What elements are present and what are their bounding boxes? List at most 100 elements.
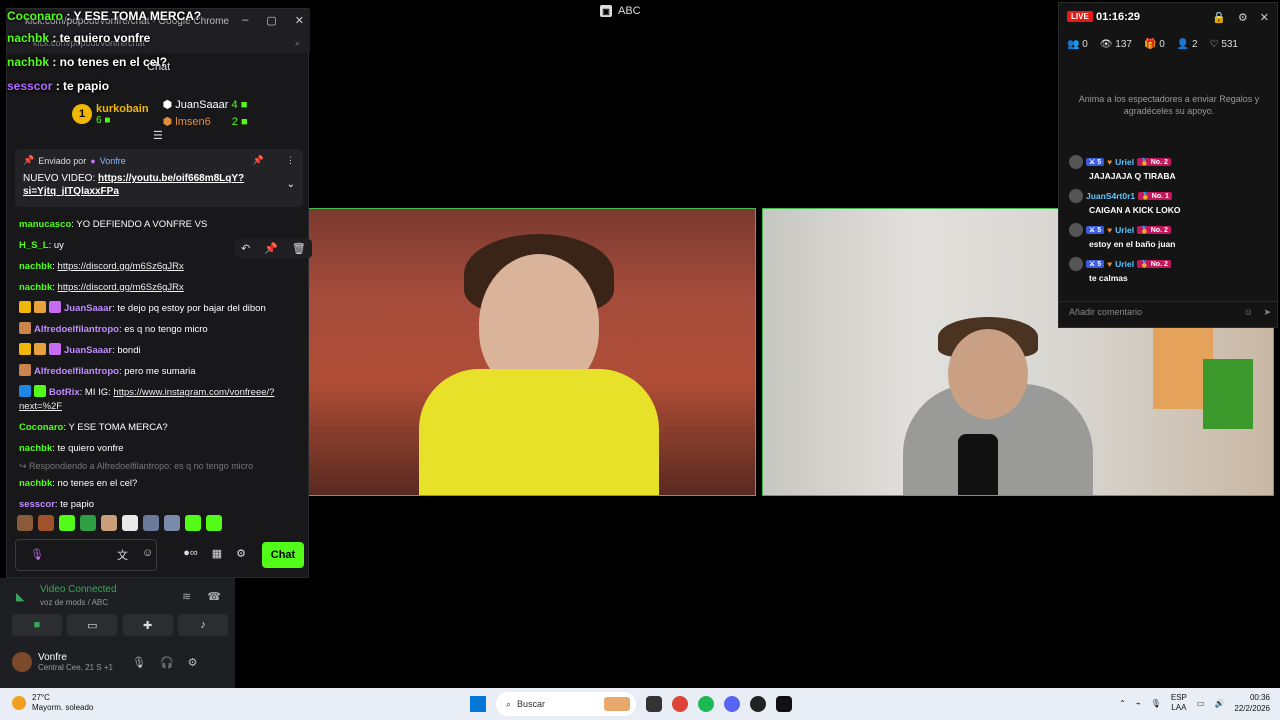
dashboard-username[interactable]: Uriel [1115,157,1134,167]
chat-message[interactable]: JuanSaaar: bondi [19,340,304,361]
chat-username[interactable]: nachbk [19,478,52,489]
chat-link[interactable]: https://discord.gg/m6Sz6gJRx [58,261,184,272]
tiktok-icon[interactable] [776,696,792,712]
emote-icon[interactable] [80,515,96,531]
discord-icon[interactable] [724,696,740,712]
chat-message[interactable]: Alfredoelfilantropo: pero me sumaria [19,361,304,382]
taskbar-search[interactable]: ⌕ Buscar [496,692,636,716]
chat-message[interactable]: BotRix: MI IG: https://www.instagram.com… [19,385,304,414]
spotify-icon[interactable] [698,696,714,712]
chat-message[interactable]: manucasco: YO DEFIENDO A VONFRE VS [19,214,304,235]
chat-message[interactable]: nachbk: no tenes en el cel? [19,473,304,494]
overlay-user[interactable]: nachbk [7,55,49,69]
menu-icon[interactable]: ☰ [153,129,163,142]
pin-icon[interactable]: 📌 [264,242,278,255]
chat-message[interactable]: JuanSaaar: te dejo pq estoy por bajar de… [19,298,304,319]
chat-message[interactable]: sesscor: te papio [19,494,304,515]
settings-icon[interactable]: ⚙ [188,656,198,669]
chat-username[interactable]: nachbk [19,261,52,272]
emote-icon[interactable] [164,515,180,531]
dashboard-username[interactable]: Uriel [1115,259,1134,269]
mute-icon[interactable]: 🎙 [132,656,146,669]
dashboard-message[interactable]: ⚔ 5 ♥ Uriel 🏅 No. 2 JAJAJAJA Q TIRABA [1069,155,1269,181]
dashboard-username[interactable]: Uriel [1115,225,1134,235]
chat-username[interactable]: JuanSaaar [64,303,112,314]
obs-icon[interactable] [750,696,766,712]
camera-button[interactable]: ■ [12,614,62,636]
chat-username[interactable]: nachbk [19,443,52,454]
emoji-icon[interactable]: ☺ [1244,307,1253,317]
emote-icon[interactable] [206,515,222,531]
chat-message[interactable]: Coconaro: Y ESE TOMA MERCA? [19,417,304,438]
volume-icon[interactable]: 🔊 [1214,699,1224,708]
emote-icon[interactable] [59,515,75,531]
store-icon[interactable]: ▦ [212,547,222,563]
pinned-sender[interactable]: Vonfre [100,156,126,166]
chat-send-button[interactable]: Chat [262,542,304,568]
emote-icon[interactable] [122,515,138,531]
chat-username[interactable]: nachbk [19,282,52,293]
emote-icon[interactable] [185,515,201,531]
activities-button[interactable]: ✚ [122,614,173,636]
chat-message[interactable]: Alfredoelfilantropo: es q no tengo micro [19,319,304,340]
weather-widget[interactable]: 27°C Mayorm. soleado [12,693,93,713]
chat-message[interactable]: nachbk: te quiero vonfre [19,438,304,459]
emote-icon[interactable] [101,515,117,531]
reply-icon[interactable]: ↶ [241,242,250,255]
leader-name[interactable]: kurkobain [96,103,149,115]
disconnect-icon[interactable]: ☎ [207,590,221,603]
chat-username[interactable]: H_S_L [19,240,49,251]
send-icon[interactable]: ➤ [1263,307,1271,318]
chat-message[interactable]: nachbk: https://discord.gg/m6Sz6gJRx [19,256,304,277]
chrome-icon[interactable] [672,696,688,712]
comment-input[interactable]: Añadir comentario ☺ ➤ [1059,301,1277,323]
overlay-user[interactable]: Coconaro [7,9,63,23]
dashboard-message[interactable]: ⚔ 5 ♥ Uriel 🏅 No. 2 te calmas [1069,257,1269,283]
overlay-user[interactable]: nachbk [7,31,49,45]
emote-icon[interactable] [143,515,159,531]
overlay-user[interactable]: sesscor [7,79,52,93]
chat-username[interactable]: BotRix [49,387,80,398]
monitor-icon[interactable]: ▭ [1197,699,1205,708]
minimize-icon[interactable]: – [242,14,248,27]
poll-icon[interactable]: ●∞ [183,547,198,563]
chevron-down-icon[interactable]: ⌄ [287,179,295,190]
dashboard-message[interactable]: JuanS4rt0r1 🏅 No. 1 CAIGAN A KICK LOKO [1069,189,1269,215]
mic-icon[interactable]: 🎙 [30,548,44,561]
emote-icon[interactable] [38,515,54,531]
soundboard-button[interactable]: ♪ [177,614,228,636]
chat-username[interactable]: sesscor [19,499,55,510]
language-indicator[interactable]: ESP LAA [1171,693,1187,713]
chevron-up-icon[interactable]: ⌃ [1119,699,1126,708]
zoom-icon[interactable]: ⌕ [295,38,300,49]
headphones-icon[interactable]: 🎧 [160,656,174,669]
chat-username[interactable]: Coconaro [19,422,63,433]
clock[interactable]: 00:36 22/2/2026 [1234,692,1270,714]
dashboard-username[interactable]: JuanS4rt0r1 [1086,191,1135,201]
more-icon[interactable]: ⋮ [286,155,295,166]
pin-icon[interactable]: 📌 [253,155,264,166]
lock-icon[interactable]: 🔒 [1212,11,1226,24]
mic-icon[interactable]: 🎙 [1151,699,1161,708]
chat-username[interactable]: Alfredoelfilantropo [34,366,119,377]
translate-icon[interactable]: 文 [117,547,128,563]
chat-username[interactable]: manucasco [19,219,71,230]
leader-name[interactable]: lmsen6 [175,116,210,128]
gear-icon[interactable]: ⚙ [1238,11,1248,24]
delete-icon[interactable]: 🗑 [292,242,306,255]
chat-username[interactable]: JuanSaaar [64,345,112,356]
chat-message[interactable]: nachbk: https://discord.gg/m6Sz6gJRx [19,277,304,298]
pinned-message[interactable]: 📌 Enviado por ● Vonfre 📌 ⋮ NUEVO VIDEO: … [15,149,303,207]
video-tile-1[interactable] [308,208,756,496]
network-icon[interactable]: ⌁ [1136,699,1141,708]
file-explorer-icon[interactable] [646,696,662,712]
emote-icon[interactable] [17,515,33,531]
gear-icon[interactable]: ⚙ [236,547,246,563]
noise-icon[interactable]: ≋ [182,590,191,603]
chat-link[interactable]: https://discord.gg/m6Sz6gJRx [58,282,184,293]
discord-user[interactable]: Vonfre Central Cee, 21 S +1 [12,652,113,672]
windows-start-icon[interactable] [470,696,486,712]
maximize-icon[interactable]: ▢ [266,14,276,27]
screen-share-button[interactable]: ▭ [67,614,118,636]
voice-channel[interactable]: voz de mods / ABC [40,598,108,607]
